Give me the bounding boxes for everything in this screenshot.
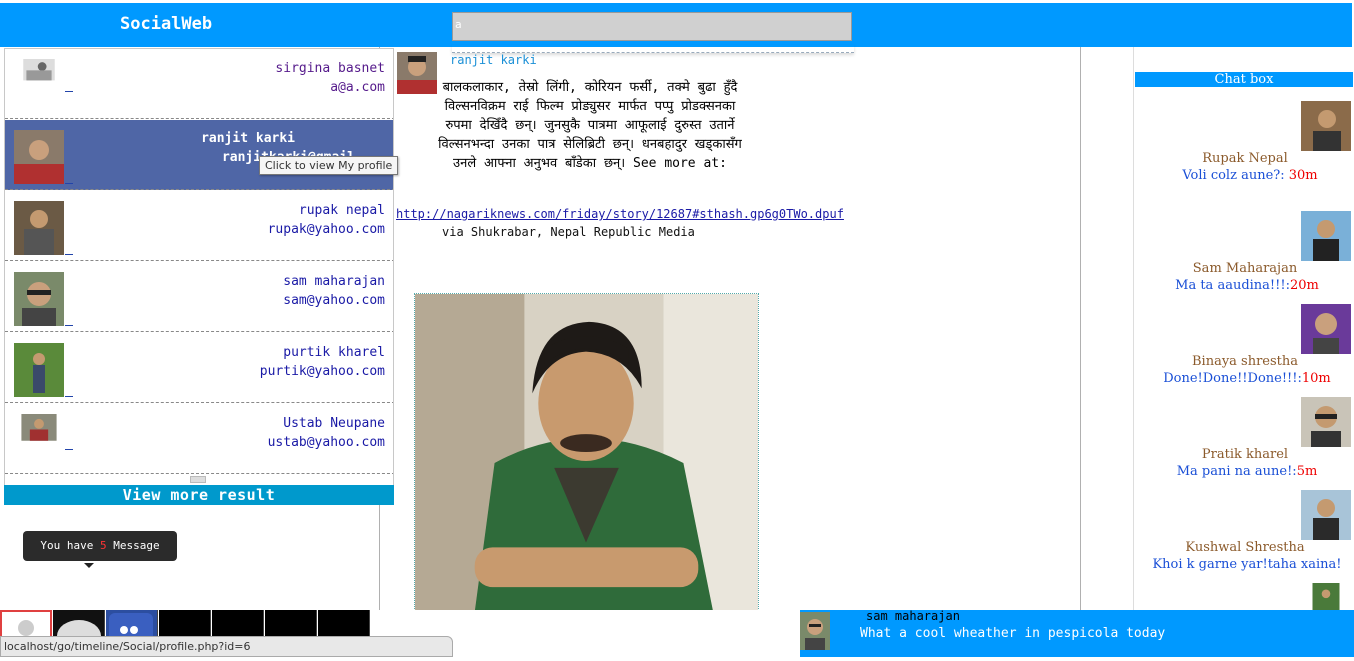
chat-contact-name[interactable]: Kushwal Shrestha <box>1140 540 1350 555</box>
result-link-mark <box>65 325 73 326</box>
notification-sender: sam maharajan <box>866 609 960 623</box>
result-avatar <box>14 130 64 184</box>
profile-tooltip: Click to view My profile <box>259 156 399 175</box>
chat-time: 5m <box>1296 464 1318 479</box>
message-prefix: You have <box>40 539 94 552</box>
browser-status-url: localhost/go/timeline/Social/profile.php… <box>0 636 453 657</box>
chat-avatar[interactable] <box>1301 397 1351 447</box>
result-name: ranjit karki <box>201 131 295 146</box>
chat-avatar[interactable] <box>1301 101 1351 151</box>
result-link-mark <box>65 396 73 397</box>
view-more-results-button[interactable]: View more result <box>4 485 394 505</box>
search-results-dropdown: sirgina basnet a@a.com ranjit karki ranj… <box>4 48 394 505</box>
notification-avatar <box>800 612 830 650</box>
chat-avatar[interactable] <box>1301 490 1351 540</box>
chat-message: Done!Done!!Done!!!:10m <box>1140 371 1354 386</box>
result-email: rupak@yahoo.com <box>267 222 385 237</box>
message-count-badge[interactable]: You have 5 Message <box>23 531 177 561</box>
result-name: sirgina basnet <box>275 61 385 76</box>
result-name: Ustab Neupane <box>283 416 385 431</box>
chat-avatar[interactable] <box>1301 583 1351 610</box>
search-result-item[interactable]: Ustab Neupane ustab@yahoo.com <box>5 404 393 474</box>
message-count: 5 <box>100 539 107 552</box>
chat-message: Ma pani na aune!:5m <box>1140 464 1354 479</box>
message-suffix: Message <box>113 539 160 552</box>
result-avatar <box>23 59 55 81</box>
result-email: purtik@yahoo.com <box>259 364 385 379</box>
search-result-item[interactable]: rupak nepal rupak@yahoo.com <box>5 191 393 261</box>
chat-message: Ma ta aaudina!!!:20m <box>1140 278 1354 293</box>
result-name: purtik kharel <box>283 345 385 360</box>
chat-message-text: Ma pani na aune!: <box>1176 464 1297 479</box>
chat-contact-name[interactable]: Binaya shrestha <box>1140 354 1350 369</box>
chat-contact-name[interactable]: Sam Maharajan <box>1140 261 1350 276</box>
search-input[interactable]: a <box>452 12 852 41</box>
post-line: रुपमा देखिँदै छन्। जुनसुकै पात्रमा आफूला… <box>445 118 735 133</box>
chat-message-text: Voli colz aune?: <box>1182 168 1285 183</box>
chat-time: 20m <box>1289 278 1319 293</box>
post-photo[interactable] <box>414 293 759 613</box>
chat-box-title: Chat box <box>1135 72 1353 87</box>
right-column-divider <box>1080 47 1081 610</box>
chat-time: 10m <box>1301 371 1331 386</box>
result-avatar <box>14 201 64 255</box>
result-avatar <box>14 343 64 397</box>
search-result-item[interactable]: purtik kharel purtik@yahoo.com <box>5 333 393 403</box>
chat-message: Voli colz aune?: 30m <box>1155 168 1345 183</box>
result-name: rupak nepal <box>298 203 385 218</box>
result-link-mark <box>65 449 73 450</box>
chat-avatar[interactable] <box>1301 211 1351 261</box>
post-line: बालकलाकार, तेस्रो लिंगी, कोरियन फर्सी, त… <box>442 80 738 95</box>
result-link-mark <box>65 91 73 92</box>
result-avatar <box>14 272 64 326</box>
result-avatar <box>21 414 57 441</box>
chat-contact-name[interactable]: Rupak Nepal <box>1140 151 1350 166</box>
result-name: sam maharajan <box>283 274 385 289</box>
search-dropdown-edge <box>452 45 854 53</box>
chat-message-text: Khoi k garne yar!taha xaina! <box>1152 557 1342 572</box>
result-link-mark <box>65 254 73 255</box>
result-email: sam@yahoo.com <box>283 293 385 308</box>
post-source: via Shukrabar, Nepal Republic Media <box>442 225 695 239</box>
result-email: a@a.com <box>330 80 385 95</box>
chat-avatar[interactable] <box>1301 304 1351 354</box>
chat-time: 30m <box>1288 168 1318 183</box>
post-line: विल्सनविक्रम राई फिल्म प्रोड्युसर मार्फत… <box>444 99 736 114</box>
chat-message-text: Done!Done!!Done!!!: <box>1163 371 1302 386</box>
chat-message-text: Ma ta aaudina!!!: <box>1175 278 1290 293</box>
search-result-item[interactable]: sam maharajan sam@yahoo.com <box>5 262 393 332</box>
dropdown-resize-grip[interactable] <box>190 476 206 483</box>
result-email: ustab@yahoo.com <box>267 435 385 450</box>
search-result-item[interactable]: sirgina basnet a@a.com <box>5 49 393 119</box>
post-line: उनले आफ्ना अनुभव बाँडेका छन्। See more a… <box>453 156 727 171</box>
post-author-name[interactable]: ranjit karki <box>450 53 537 67</box>
post-body: बालकलाकार, तेस्रो लिंगी, कोरियन फर्सी, त… <box>400 78 780 173</box>
notification-text: What a cool wheather in pespicola today <box>860 626 1166 641</box>
result-link-mark <box>65 183 73 184</box>
chat-message: Khoi k garne yar!taha xaina! <box>1140 557 1354 572</box>
post-link[interactable]: http://nagariknews.com/friday/story/1268… <box>396 207 844 221</box>
post-line: विल्सनभन्दा उनका पात्र सेलिब्रिटी छन्। ध… <box>438 137 742 152</box>
chat-contact-name[interactable]: Pratik kharel <box>1140 447 1350 462</box>
chat-column-divider <box>1133 47 1134 610</box>
brand-logo[interactable]: SocialWeb <box>120 14 212 34</box>
bubble-pointer <box>84 563 94 568</box>
search-result-item[interactable]: ranjit karki ranjitkarki@gmail <box>5 120 393 190</box>
